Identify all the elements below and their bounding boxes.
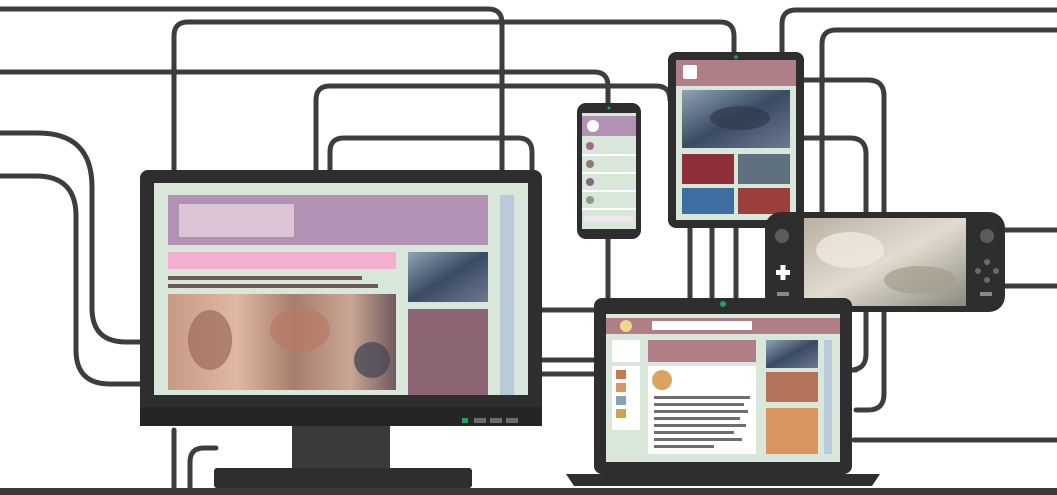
tablet-thumb	[738, 188, 790, 214]
sidebar-swatch	[616, 383, 626, 392]
smartphone	[577, 103, 641, 239]
console-button	[777, 292, 789, 296]
text-line	[168, 284, 378, 288]
sidebar-swatch	[616, 409, 626, 418]
laptop-photo	[766, 372, 818, 402]
laptop-sidebar	[612, 340, 640, 362]
laptop-camera	[720, 301, 726, 307]
cable	[0, 6, 505, 175]
list-dot	[586, 142, 594, 150]
phone-camera	[607, 106, 611, 110]
laptop-photo	[766, 340, 818, 368]
console-button	[980, 292, 992, 296]
text-line	[168, 276, 362, 280]
monitor-bezel-bottom	[140, 407, 542, 426]
tablet-logo	[683, 65, 697, 79]
tablet-thumb	[738, 154, 790, 184]
monitor-pink-bar	[168, 252, 396, 269]
monitor-photo-thumb	[408, 252, 488, 302]
monitor-base	[214, 468, 472, 488]
laptop-search-bar	[652, 321, 752, 330]
laptop-scrollbar	[824, 340, 832, 454]
desktop-monitor	[140, 170, 542, 488]
cable	[187, 445, 219, 491]
laptop-logo	[620, 320, 632, 332]
joystick-left-icon	[775, 229, 789, 243]
monitor-mauve-panel	[408, 309, 488, 395]
laptop-content-header	[648, 340, 756, 362]
cable	[819, 27, 1057, 215]
list-dot	[586, 178, 594, 186]
cable	[171, 19, 737, 175]
sidebar-swatch	[616, 396, 626, 405]
list-dot	[586, 160, 594, 168]
button-indicator	[490, 418, 502, 423]
image-shape	[884, 266, 956, 294]
cable	[0, 173, 148, 387]
cable	[0, 130, 148, 345]
image-shape	[354, 342, 390, 378]
monitor-sidebar	[500, 195, 514, 395]
phone-bottom-bar	[584, 216, 634, 222]
avatar	[587, 120, 599, 132]
sidebar-swatch	[616, 370, 626, 379]
button-indicator	[474, 418, 486, 423]
list-dot	[586, 196, 594, 204]
button-indicator	[506, 418, 518, 423]
article-avatar	[652, 370, 672, 390]
image-shape	[270, 308, 330, 352]
tablet-thumb	[682, 188, 734, 214]
image-shape	[816, 232, 884, 268]
tablet-camera	[734, 55, 738, 59]
monitor-neck	[292, 426, 390, 468]
image-shape	[710, 106, 770, 130]
tablet-thumb	[682, 154, 734, 184]
tablet	[668, 52, 804, 228]
power-led	[462, 418, 468, 423]
floor-line	[0, 488, 1057, 495]
laptop-base	[566, 474, 880, 486]
image-shape	[188, 310, 232, 370]
laptop-orange-panel	[766, 408, 818, 454]
monitor-header-block	[179, 204, 294, 237]
laptop	[566, 298, 880, 486]
joystick-right-icon	[980, 229, 994, 243]
handheld-game-console	[765, 212, 1005, 312]
device-network-illustration	[0, 6, 1057, 495]
